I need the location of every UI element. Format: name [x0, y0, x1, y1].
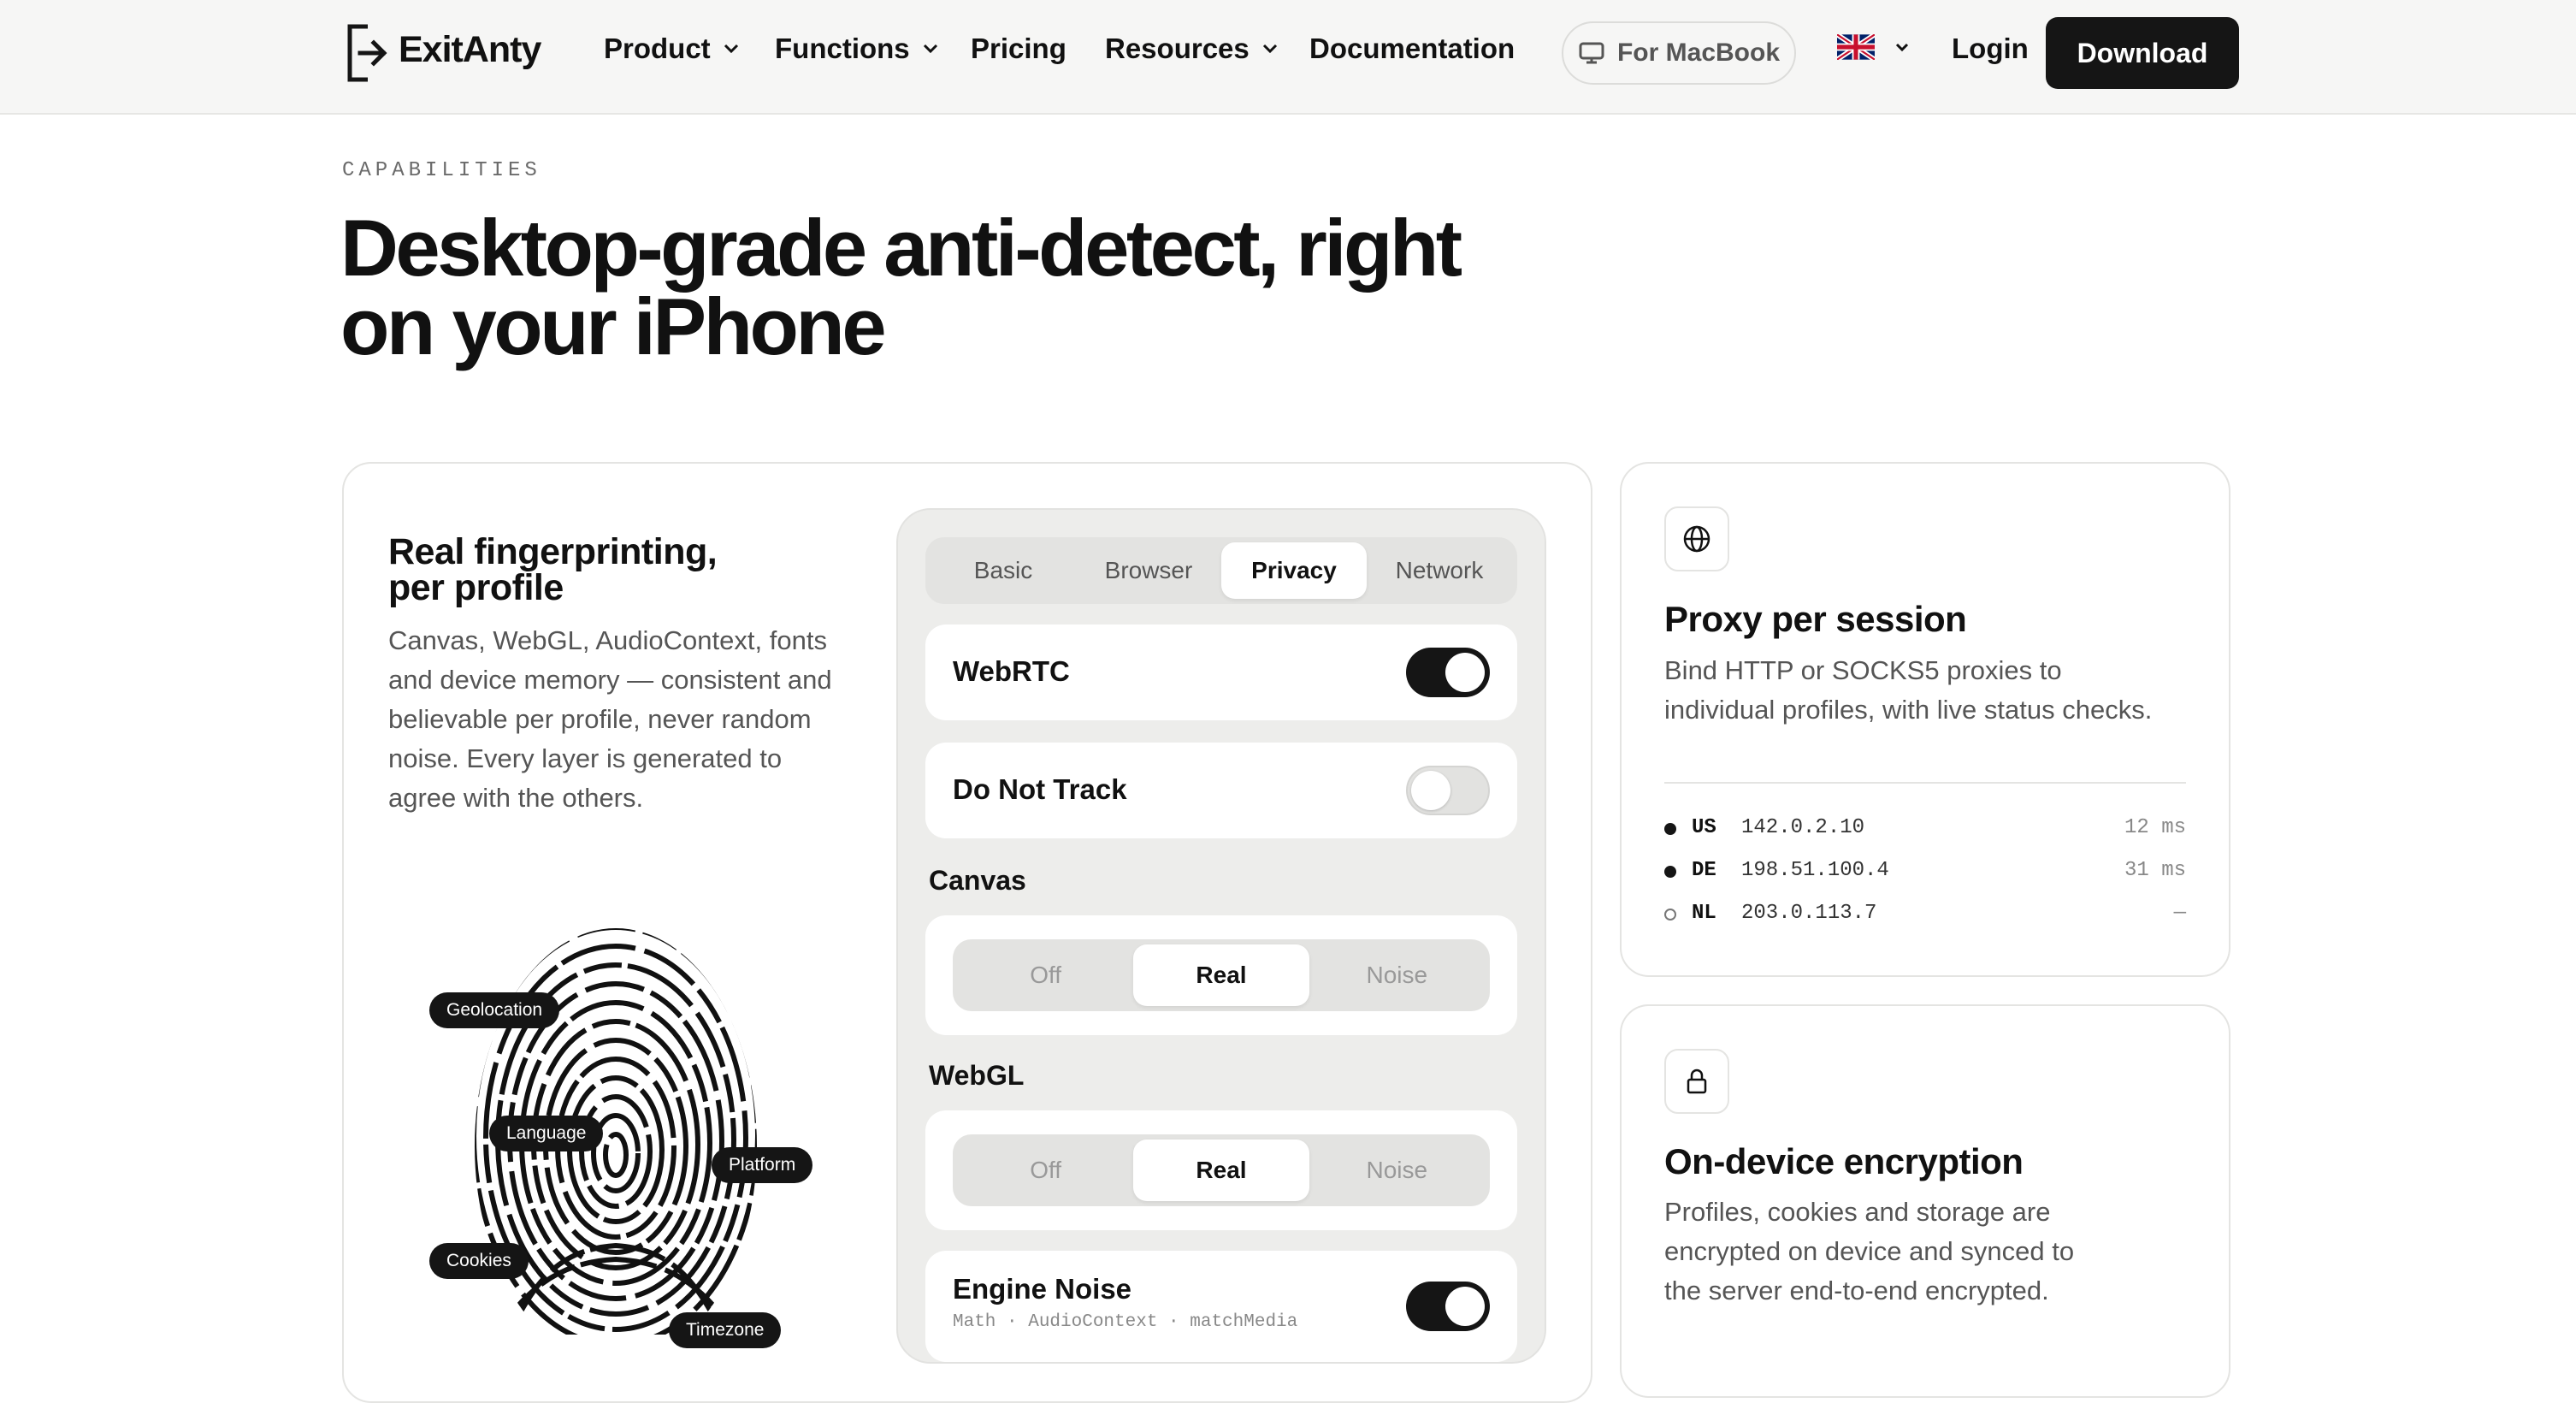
brand-name[interactable]: ExitAnty — [399, 29, 541, 71]
proxy-ip: 142.0.2.10 — [1741, 816, 1865, 839]
proxy-divider — [1664, 782, 2186, 784]
tag-cookies: Cookies — [429, 1243, 529, 1279]
chevron-down-icon — [724, 44, 738, 54]
for-macbook-label: For MacBook — [1616, 38, 1781, 67]
chevron-down-icon — [1262, 44, 1277, 54]
nav-resources[interactable]: Resources — [1105, 33, 1279, 65]
chevron-down-icon — [923, 44, 937, 54]
toggle-knob — [1445, 653, 1485, 692]
canvas-mode-selector: Off Real Noise — [953, 939, 1490, 1011]
hero-title: Desktop-grade anti-detect, right on your… — [340, 208, 1538, 367]
status-online-dot — [1664, 823, 1676, 835]
proxy-country: NL — [1692, 902, 1716, 925]
status-offline-dot — [1664, 909, 1676, 921]
tag-timezone: Timezone — [669, 1312, 782, 1348]
encryption-description-line3: the server end-to-end encrypted. — [1664, 1276, 2049, 1305]
fingerprinting-description: Canvas, WebGL, AudioContext, fonts and d… — [388, 625, 832, 813]
engine-noise-label: Engine Noise — [953, 1273, 1132, 1305]
webrtc-toggle[interactable] — [1406, 648, 1490, 697]
webgl-row: Off Real Noise — [925, 1110, 1517, 1230]
proxy-title: Proxy per session — [1664, 599, 1967, 639]
engine-noise-row: Engine Noise Math · AudioContext · match… — [925, 1251, 1517, 1362]
section-eyebrow: CAPABILITIES — [342, 159, 541, 182]
login-link[interactable]: Login — [1952, 33, 2029, 65]
tab-basic[interactable]: Basic — [931, 542, 1076, 599]
proxy-country: DE — [1692, 859, 1716, 882]
proxy-latency: 31 ms — [2124, 859, 2186, 882]
webrtc-label: WebRTC — [953, 655, 1070, 687]
chevron-down-icon — [1895, 43, 1909, 52]
webgl-group-label: WebGL — [929, 1060, 1025, 1091]
fingerprinting-title: Real fingerprinting, per profile — [388, 531, 718, 608]
do-not-track-toggle[interactable] — [1406, 766, 1490, 815]
language-selector[interactable] — [1837, 34, 1911, 60]
canvas-group-label: Canvas — [929, 865, 1026, 896]
tab-network[interactable]: Network — [1367, 542, 1512, 599]
exit-logo-icon[interactable] — [346, 24, 388, 82]
webrtc-row: WebRTC — [925, 625, 1517, 720]
webgl-option-noise[interactable]: Noise — [1309, 1140, 1485, 1201]
tag-platform: Platform — [712, 1147, 813, 1183]
canvas-row: Off Real Noise — [925, 915, 1517, 1035]
lock-icon — [1687, 1069, 1707, 1094]
proxy-row-de[interactable]: DE 198.51.100.4 31 ms — [1664, 855, 2186, 890]
tag-geolocation: Geolocation — [429, 992, 560, 1028]
tab-privacy[interactable]: Privacy — [1221, 542, 1367, 599]
nav-resources-label: Resources — [1105, 33, 1250, 64]
do-not-track-label: Do Not Track — [953, 773, 1127, 805]
nav-pricing[interactable]: Pricing — [971, 33, 1066, 65]
proxy-latency: — — [2173, 902, 2186, 925]
engine-noise-toggle[interactable] — [1406, 1282, 1490, 1331]
proxy-ip: 203.0.113.7 — [1741, 902, 1877, 925]
nav-documentation[interactable]: Documentation — [1309, 33, 1515, 65]
nav-functions-label: Functions — [775, 33, 910, 64]
encryption-description: Profiles, cookies and storage are encryp… — [1664, 1193, 2195, 1311]
canvas-option-noise[interactable]: Noise — [1309, 944, 1485, 1006]
proxy-row-us[interactable]: US 142.0.2.10 12 ms — [1664, 813, 2186, 847]
webgl-mode-selector: Off Real Noise — [953, 1134, 1490, 1206]
canvas-option-off[interactable]: Off — [958, 944, 1133, 1006]
proxy-description-line2: individual profiles, with live status ch… — [1664, 695, 2153, 725]
uk-flag-icon — [1837, 34, 1875, 60]
hero-title-line1: Desktop-grade anti-detect, right — [340, 203, 1462, 293]
encryption-description-line1: Profiles, cookies and storage are — [1664, 1197, 2051, 1227]
tag-language: Language — [489, 1116, 604, 1151]
toggle-knob — [1445, 1287, 1485, 1326]
proxy-ip: 198.51.100.4 — [1741, 859, 1889, 882]
top-navbar: ExitAnty Product Functions Pricing Resou… — [0, 0, 2576, 115]
proxy-icon-box — [1664, 506, 1729, 571]
hero-title-line2: on your iPhone — [340, 281, 887, 371]
proxy-latency: 12 ms — [2124, 816, 2186, 839]
nav-product-label: Product — [604, 33, 711, 64]
monitor-icon — [1579, 42, 1604, 64]
nav-functions[interactable]: Functions — [775, 33, 939, 65]
proxy-description-line1: Bind HTTP or SOCKS5 proxies to — [1664, 655, 2062, 685]
proxy-country: US — [1692, 816, 1716, 839]
tab-browser[interactable]: Browser — [1076, 542, 1221, 599]
globe-icon — [1683, 525, 1710, 553]
download-button[interactable]: Download — [2046, 17, 2239, 89]
nav-documentation-label: Documentation — [1309, 33, 1515, 64]
encryption-icon-box — [1664, 1049, 1729, 1114]
webgl-option-real[interactable]: Real — [1133, 1140, 1309, 1201]
proxy-row-nl[interactable]: NL 203.0.113.7 — — [1664, 898, 2186, 932]
nav-product[interactable]: Product — [604, 33, 740, 65]
proxy-description: Bind HTTP or SOCKS5 proxies to individua… — [1664, 651, 2195, 730]
settings-tabs: Basic Browser Privacy Network — [925, 537, 1517, 604]
toggle-knob — [1411, 771, 1450, 810]
encryption-description-line2: encrypted on device and synced to — [1664, 1236, 2075, 1266]
webgl-option-off[interactable]: Off — [958, 1140, 1133, 1201]
nav-pricing-label: Pricing — [971, 33, 1066, 64]
canvas-option-real[interactable]: Real — [1133, 944, 1309, 1006]
do-not-track-row: Do Not Track — [925, 743, 1517, 838]
for-macbook-button[interactable]: For MacBook — [1562, 21, 1796, 85]
status-online-dot — [1664, 866, 1676, 878]
encryption-title: On-device encryption — [1664, 1141, 2024, 1181]
